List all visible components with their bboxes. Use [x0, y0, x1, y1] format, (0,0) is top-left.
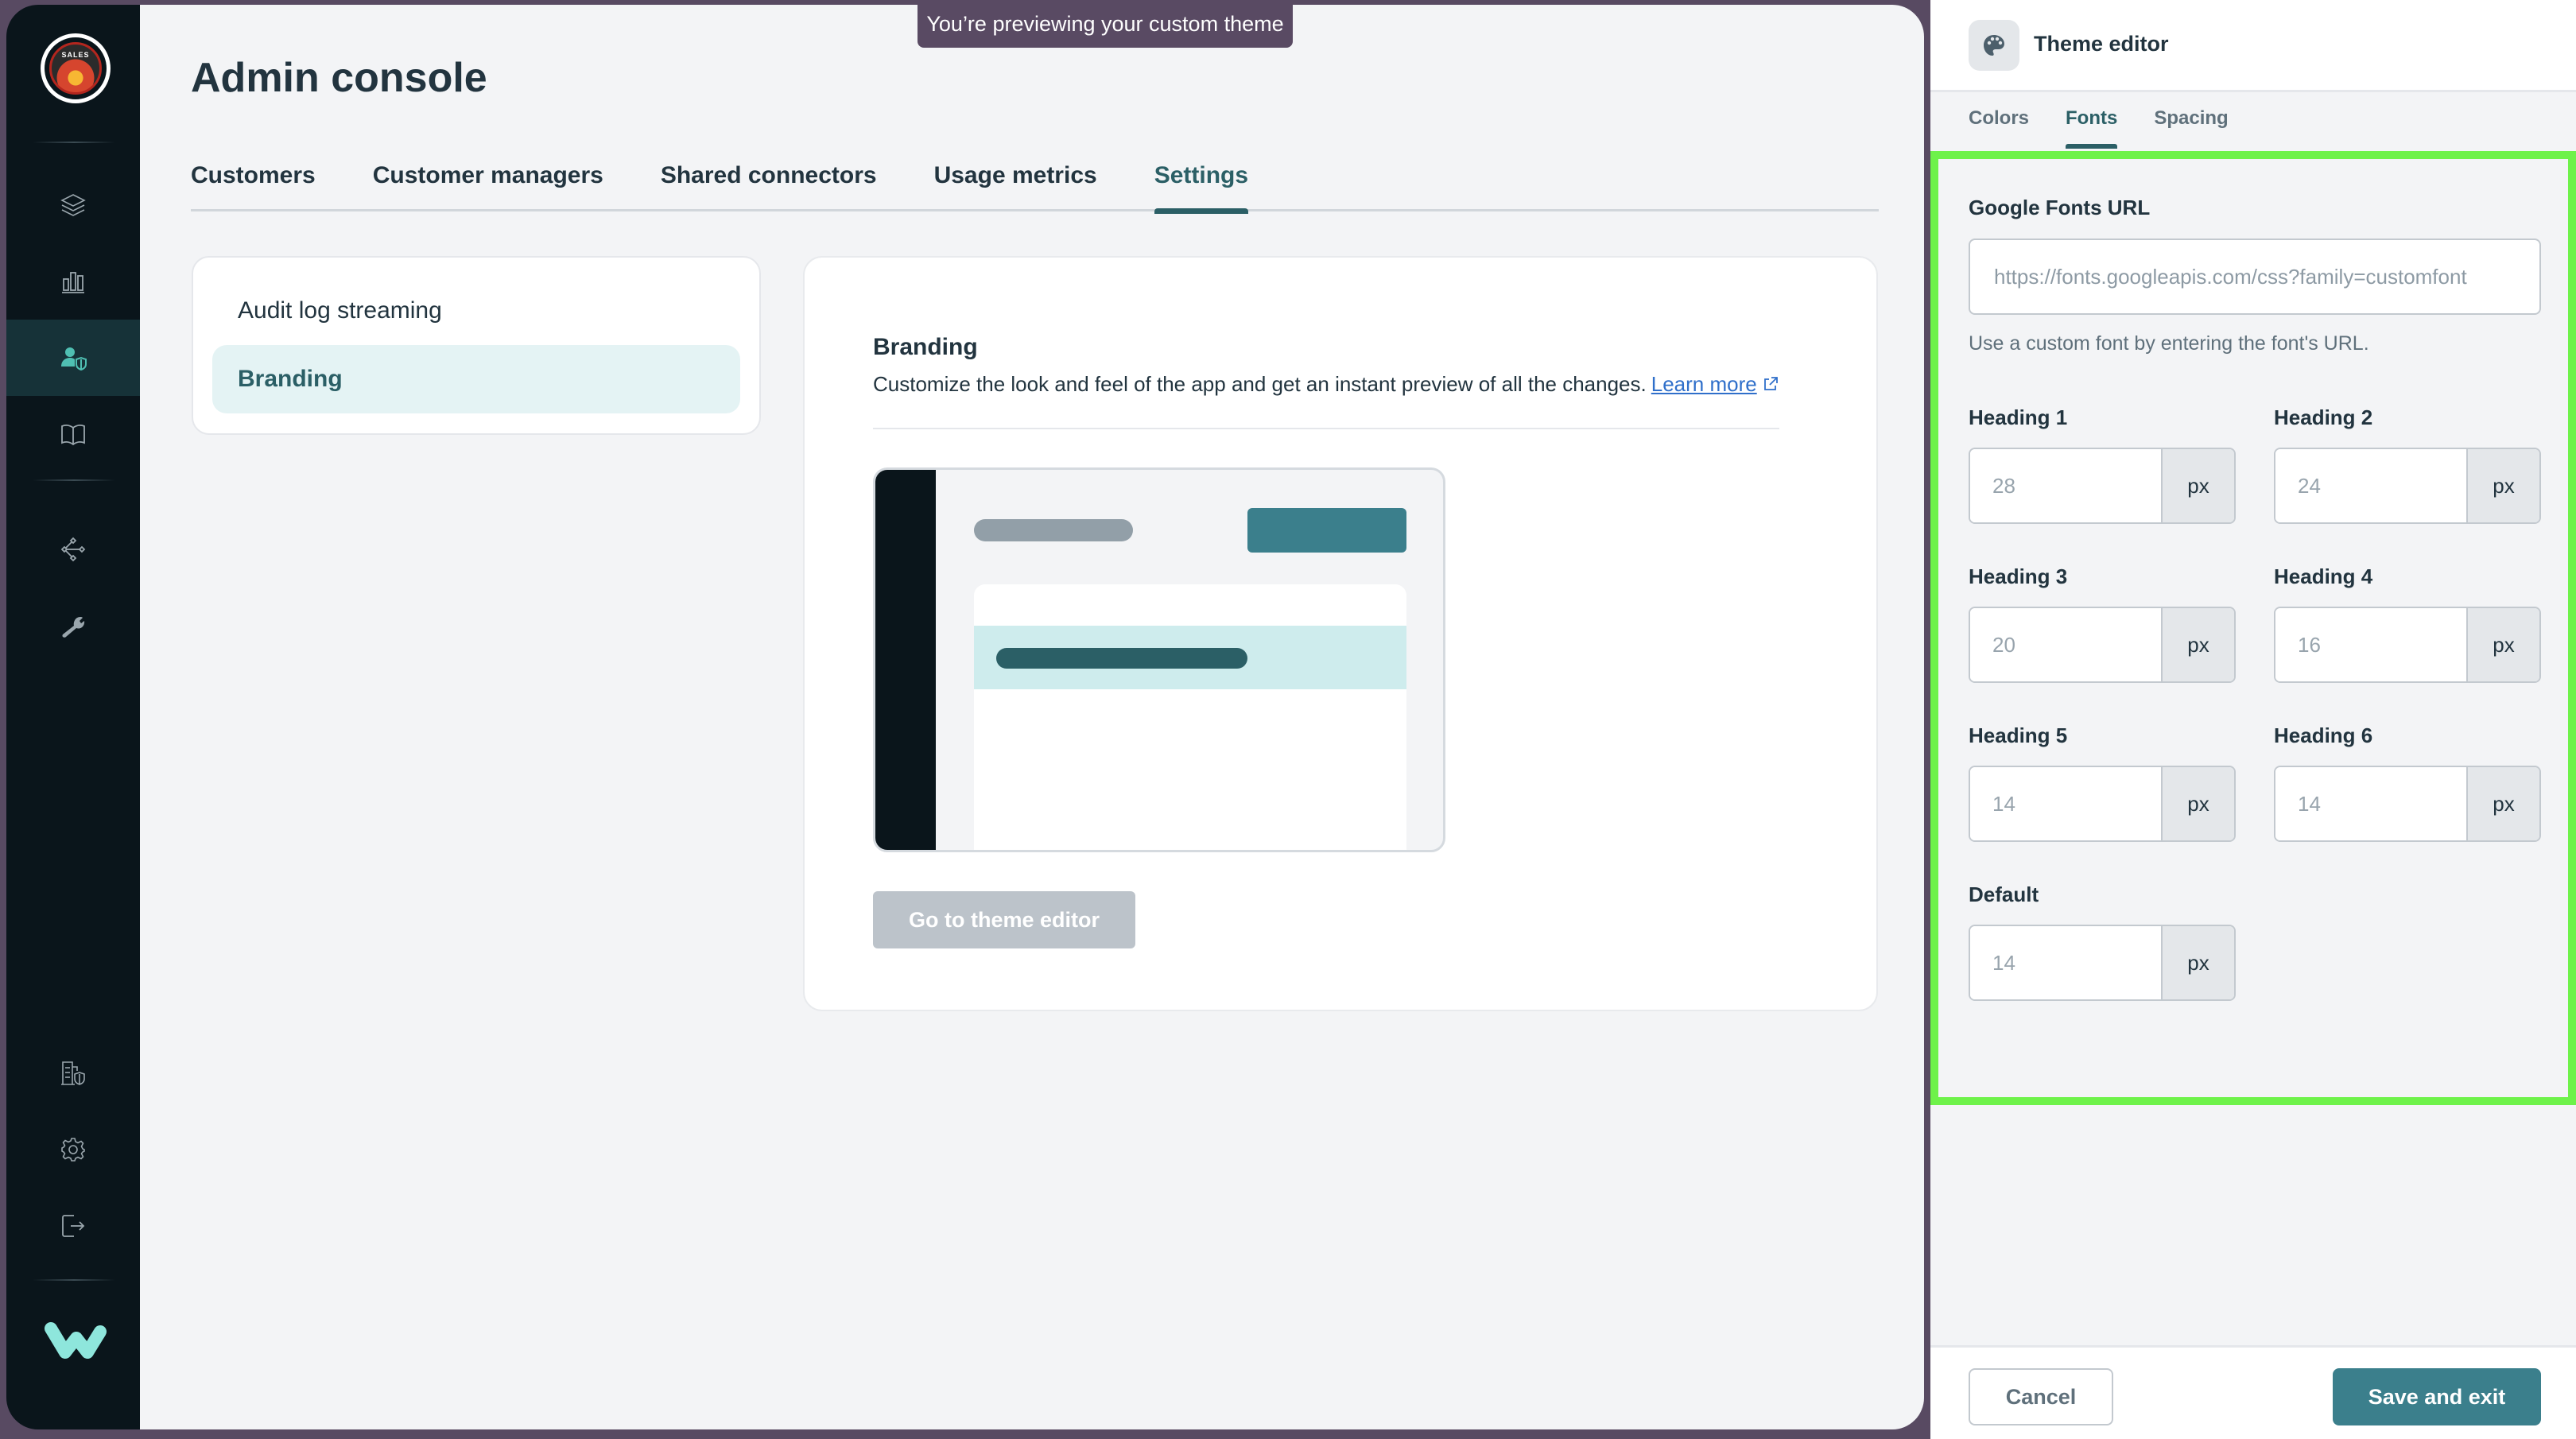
sales-badge-icon: SALES: [49, 42, 102, 95]
heading-3-label: Heading 3: [1969, 564, 2068, 588]
preview-banner: You’re previewing your custom theme: [918, 0, 1293, 48]
nav-item-docs[interactable]: [6, 396, 140, 472]
cancel-button[interactable]: Cancel: [1969, 1368, 2113, 1425]
heading-4-label: Heading 4: [2274, 564, 2373, 588]
default-size-label: Default: [1969, 882, 2039, 906]
nav-item-workspace-admin[interactable]: [6, 1035, 140, 1111]
settings-nav: Audit log streaming Branding: [192, 256, 761, 435]
theme-preview-illustration: [873, 467, 1445, 852]
nav-item-connectors[interactable]: [6, 511, 140, 588]
bar-chart-icon: [62, 272, 84, 293]
google-fonts-url-label: Google Fonts URL: [1969, 196, 2151, 219]
preview-button: [1247, 508, 1406, 553]
preview-sidebar: [875, 470, 936, 850]
preview-card: [974, 584, 1406, 850]
tab-shared-connectors[interactable]: Shared connectors: [661, 161, 877, 211]
heading-1-size-input[interactable]: [1970, 449, 2161, 522]
nav-item-sign-out[interactable]: [6, 1188, 140, 1264]
unit-label: px: [2466, 767, 2539, 840]
admin-tabs: Customers Customer managers Shared conne…: [191, 161, 1879, 214]
unit-label: px: [2466, 608, 2539, 681]
save-and-exit-button[interactable]: Save and exit: [2333, 1368, 2541, 1425]
tab-customers[interactable]: Customers: [191, 161, 316, 211]
heading-3-size-input[interactable]: [1970, 608, 2161, 681]
preview-row-text: [996, 648, 1247, 669]
heading-2-label: Heading 2: [2274, 405, 2373, 429]
heading-5-size-field: px: [1969, 766, 2236, 842]
nav-item-admin-console[interactable]: [6, 320, 140, 396]
tab-fonts[interactable]: Fonts: [2066, 107, 2118, 149]
google-fonts-url-hint: Use a custom font by entering the font's…: [1969, 332, 2369, 355]
google-fonts-url-input[interactable]: [1969, 239, 2541, 315]
main-content: You’re previewing your custom theme Admi…: [140, 0, 1924, 1429]
nav-item-tools[interactable]: [6, 588, 140, 664]
theme-editor-panel: Theme editor Colors Fonts Spacing Google…: [1930, 0, 2576, 1439]
branding-description-text: Customize the look and feel of the app a…: [873, 372, 1647, 396]
tab-customer-managers[interactable]: Customer managers: [373, 161, 603, 211]
branding-description: Customize the look and feel of the app a…: [873, 372, 1779, 397]
heading-2-size-input[interactable]: [2275, 449, 2466, 522]
branding-title: Branding: [873, 334, 978, 360]
layers-icon: [60, 194, 86, 216]
nav-item-projects[interactable]: [6, 167, 140, 243]
heading-1-label: Heading 1: [1969, 405, 2068, 429]
heading-1-size-field: px: [1969, 448, 2236, 524]
heading-6-size-field: px: [2274, 766, 2541, 842]
branding-card: Branding Customize the look and feel of …: [803, 256, 1878, 1011]
preview-selected-row: [974, 626, 1406, 689]
tab-colors[interactable]: Colors: [1969, 107, 2029, 149]
nav-divider: [33, 1279, 115, 1281]
w-logo-icon[interactable]: [45, 1321, 108, 1360]
unit-label: px: [2466, 449, 2539, 522]
connector-icon: [60, 537, 86, 562]
learn-more-link[interactable]: Learn more: [1651, 372, 1757, 396]
palette-icon-box: [1969, 20, 2019, 71]
default-size-input[interactable]: [1970, 926, 2161, 999]
nav-item-settings[interactable]: [6, 1111, 140, 1188]
heading-3-size-field: px: [1969, 607, 2236, 683]
page-title: Admin console: [191, 55, 487, 101]
nav-item-insights[interactable]: [6, 243, 140, 320]
wrench-icon: [62, 617, 85, 638]
settings-item-branding[interactable]: Branding: [212, 345, 740, 413]
left-nav: SALES: [6, 5, 140, 1429]
unit-label: px: [2161, 926, 2234, 999]
logout-icon: [62, 1215, 85, 1237]
heading-2-size-field: px: [2274, 448, 2541, 524]
book-icon: [61, 425, 85, 446]
palette-icon: [1984, 35, 2004, 56]
heading-4-size-input[interactable]: [2275, 608, 2466, 681]
heading-5-size-input[interactable]: [1970, 767, 2161, 840]
nav-divider: [33, 142, 115, 143]
theme-editor-header: Theme editor: [1930, 0, 2576, 92]
external-link-icon: [1763, 377, 1778, 390]
unit-label: px: [2161, 767, 2234, 840]
heading-4-size-field: px: [2274, 607, 2541, 683]
heading-6-label: Heading 6: [2274, 723, 2373, 747]
theme-editor-tabs: Colors Fonts Spacing: [1969, 107, 2229, 149]
nav-divider: [33, 479, 115, 481]
gear-icon: [61, 1138, 85, 1162]
unit-label: px: [2161, 449, 2234, 522]
workspace-logo[interactable]: SALES: [41, 33, 111, 103]
settings-item-audit-log-streaming[interactable]: Audit log streaming: [212, 277, 740, 345]
theme-editor-title: Theme editor: [2034, 32, 2169, 56]
unit-label: px: [2161, 608, 2234, 681]
tab-usage-metrics[interactable]: Usage metrics: [934, 161, 1097, 211]
heading-6-size-input[interactable]: [2275, 767, 2466, 840]
user-shield-icon: [61, 347, 87, 371]
default-size-field: px: [1969, 925, 2236, 1001]
logo-text: SALES: [61, 51, 90, 59]
branding-divider: [873, 428, 1779, 429]
go-to-theme-editor-button[interactable]: Go to theme editor: [873, 891, 1135, 948]
tab-settings[interactable]: Settings: [1154, 161, 1249, 214]
theme-editor-footer: Cancel Save and exit: [1930, 1345, 2576, 1439]
preview-title-bar: [974, 519, 1133, 541]
tab-spacing[interactable]: Spacing: [2154, 107, 2228, 149]
heading-5-label: Heading 5: [1969, 723, 2068, 747]
building-shield-icon: [61, 1061, 85, 1085]
